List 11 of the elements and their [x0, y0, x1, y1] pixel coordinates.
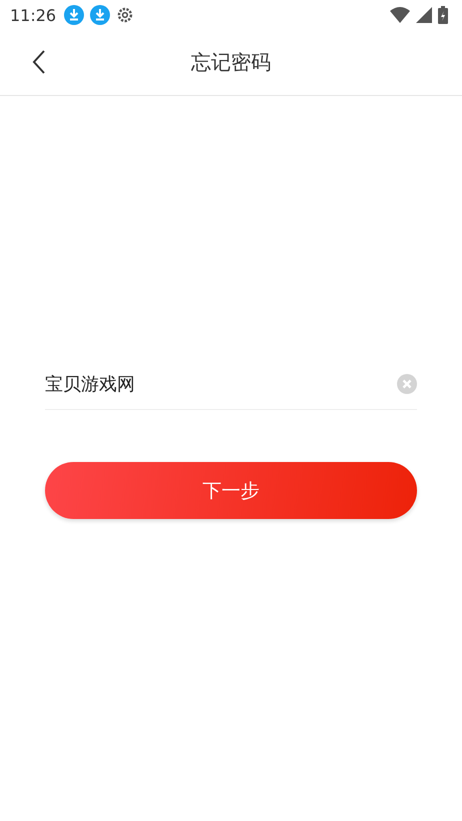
settings-icon — [116, 6, 134, 24]
back-icon — [32, 50, 46, 74]
signal-icon — [416, 7, 432, 23]
download-icon — [90, 5, 110, 25]
wifi-icon — [390, 7, 410, 23]
battery-icon — [438, 6, 448, 24]
page-title: 忘记密码 — [191, 49, 271, 76]
next-button[interactable]: 下一步 — [45, 462, 417, 519]
status-time: 11:26 — [10, 6, 56, 24]
account-field[interactable]: 宝贝游戏网 — [45, 358, 417, 410]
download-icon — [64, 5, 84, 25]
